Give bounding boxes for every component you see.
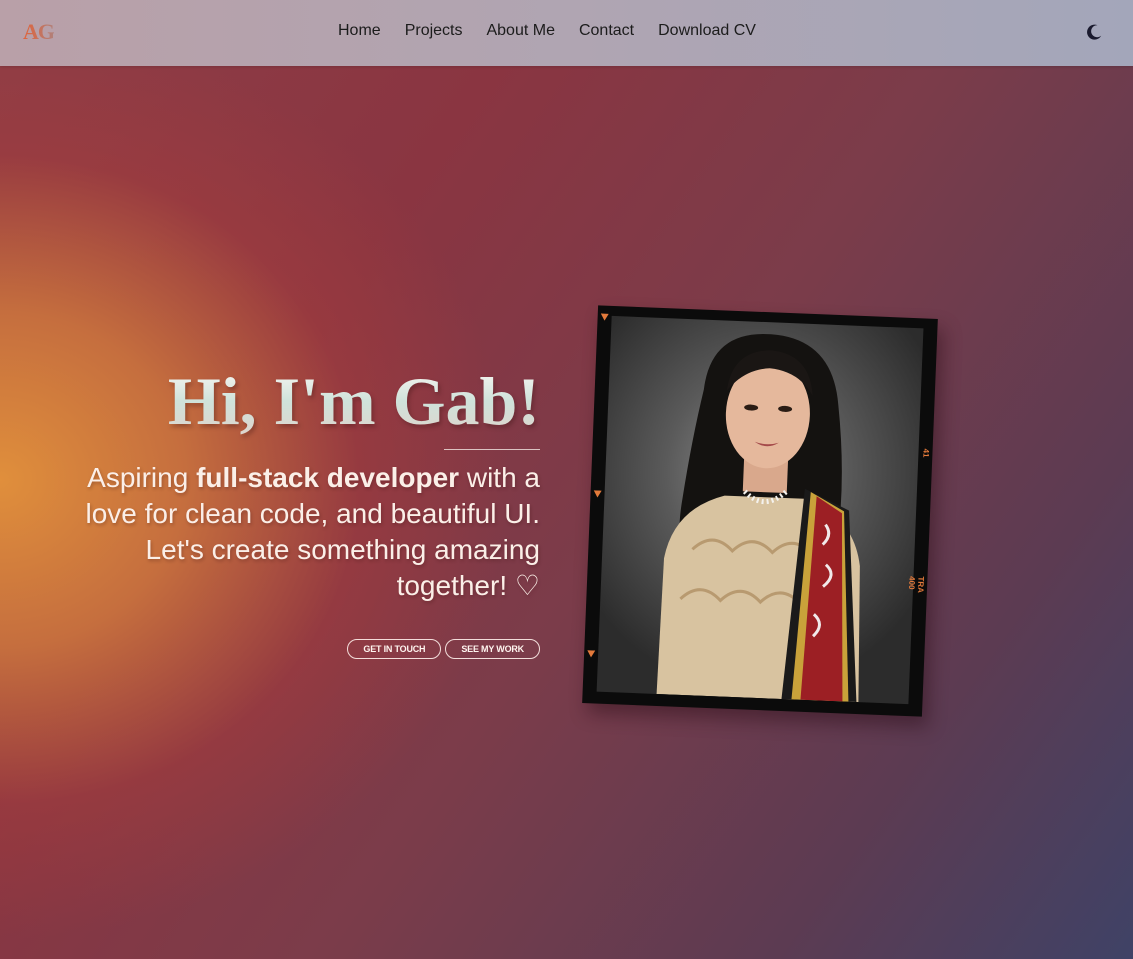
film-photo-frame: 41 TRA 400 — [582, 305, 938, 717]
nav-link-about[interactable]: About Me — [486, 22, 554, 40]
navbar: AG Home Projects About Me Contact Downlo… — [0, 0, 1133, 66]
film-marker-icon — [600, 313, 609, 321]
nav-link-home[interactable]: Home — [338, 22, 381, 40]
nav-link-projects[interactable]: Projects — [405, 22, 463, 40]
page: AG Home Projects About Me Contact Downlo… — [0, 0, 1133, 959]
heart-icon: ♡ — [514, 570, 540, 601]
get-in-touch-button[interactable]: GET IN TOUCH — [347, 639, 442, 659]
nav-links: Home Projects About Me Contact Download … — [338, 22, 780, 40]
film-marker-icon — [587, 650, 596, 658]
portrait-photo — [596, 315, 924, 705]
moon-icon — [1087, 24, 1102, 40]
film-frame-number: 41 — [921, 448, 931, 458]
title-divider — [444, 449, 540, 450]
nav-link-download-cv[interactable]: Download CV — [658, 22, 756, 40]
subtitle-prefix: Aspiring — [87, 462, 197, 493]
film-label: TRA 400 — [906, 575, 926, 593]
portrait-illustration — [656, 334, 860, 703]
hero-buttons: GET IN TOUCH SEE MY WORK — [347, 639, 540, 659]
see-my-work-button[interactable]: SEE MY WORK — [445, 639, 540, 659]
hero-title: Hi, I'm Gab! — [60, 365, 540, 437]
film-marker-icon — [593, 490, 602, 498]
subtitle-highlight: full-stack developer — [196, 462, 460, 493]
nav-link-contact[interactable]: Contact — [579, 22, 634, 40]
hero-section: Hi, I'm Gab! Aspiring full-stack develop… — [60, 365, 540, 659]
theme-toggle-button[interactable] — [1084, 22, 1104, 42]
logo[interactable]: AG — [23, 19, 55, 45]
hero-subtitle: Aspiring full-stack developer with a lov… — [60, 460, 540, 604]
